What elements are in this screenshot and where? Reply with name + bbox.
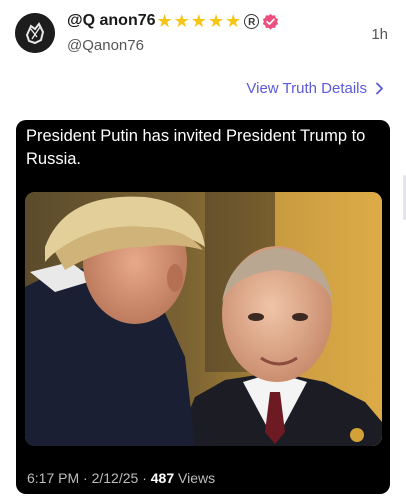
chevron-right-icon xyxy=(376,82,383,95)
star-icon: ★ xyxy=(190,11,207,31)
star-icon: ★ xyxy=(225,11,242,31)
registered-icon: R xyxy=(244,13,260,29)
card-text: President Putin has invited President Tr… xyxy=(26,127,366,168)
post-date: 2/12/25 xyxy=(91,470,139,486)
post-metadata: 6:17 PM · 2/12/25 · 487 Views xyxy=(27,470,215,486)
views-label: Views xyxy=(178,470,216,486)
display-name-row: @Q anon76 ★ ★ ★ ★ ★ R xyxy=(67,12,279,30)
meta-separator: · xyxy=(83,470,92,486)
view-details-link[interactable]: View Truth Details xyxy=(246,80,384,97)
post-time: 1h xyxy=(371,26,388,43)
star-icon: ★ xyxy=(156,11,173,31)
post-header: @Q anon76 ★ ★ ★ ★ ★ R @Qanon76 1h xyxy=(0,0,406,70)
meta-separator: · xyxy=(142,470,151,486)
avatar[interactable] xyxy=(15,13,55,53)
star-icon: ★ xyxy=(207,11,225,31)
display-name[interactable]: @Q anon76 xyxy=(67,12,156,30)
view-details-label: View Truth Details xyxy=(246,80,367,97)
post-clock-time: 6:17 PM xyxy=(27,470,80,486)
view-count: 487 xyxy=(150,470,175,486)
photo-illustration xyxy=(25,192,382,446)
star-icon: ★ xyxy=(173,11,190,31)
user-handle[interactable]: @Qanon76 xyxy=(67,37,144,54)
quoted-post-card[interactable]: President Putin has invited President Tr… xyxy=(16,120,390,494)
verified-icon xyxy=(263,13,279,29)
post-image[interactable] xyxy=(25,192,382,446)
avatar-logo-icon xyxy=(15,13,55,53)
